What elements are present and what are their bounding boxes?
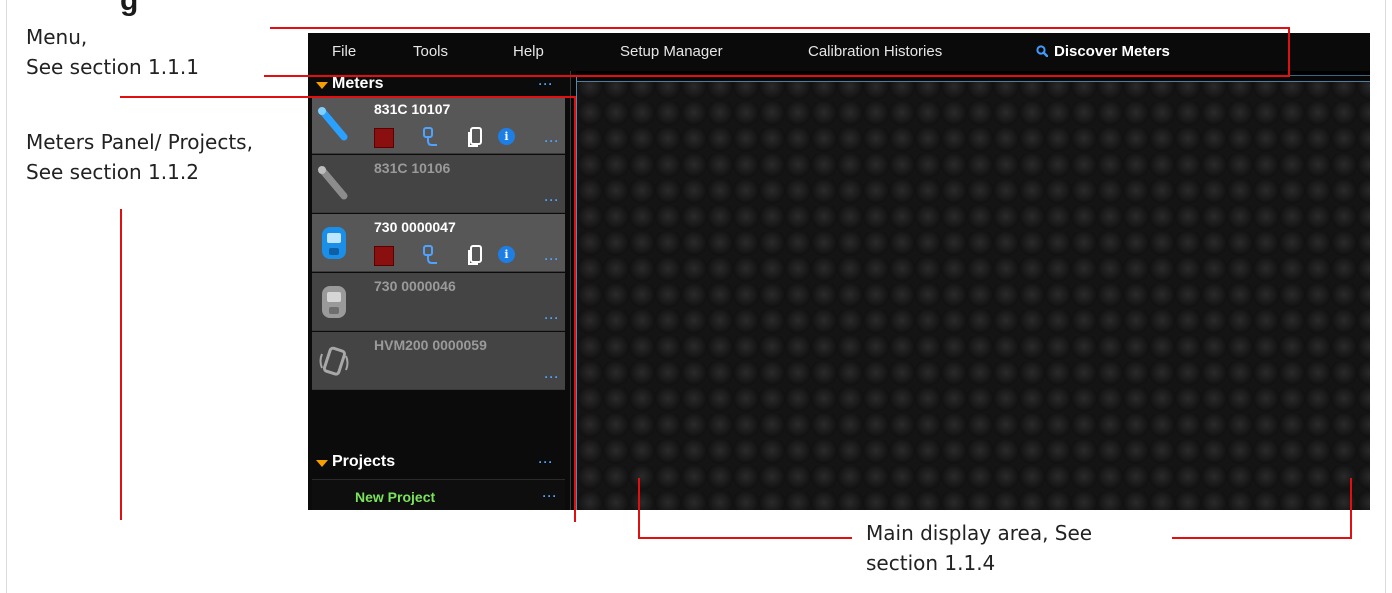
projects-header[interactable]: Projects ··· <box>308 449 565 475</box>
collapse-arrow-icon[interactable] <box>316 82 328 89</box>
menu-file[interactable]: File <box>332 43 356 60</box>
meter-more-button[interactable]: ··· <box>544 311 560 325</box>
document-right-edge <box>1385 0 1386 593</box>
menu-highlight-right <box>1288 27 1290 76</box>
meter-more-button[interactable]: ··· <box>544 134 560 148</box>
project-item[interactable]: New Project ··· <box>312 479 565 510</box>
meter-row[interactable]: HVM200 0000059 ··· <box>312 332 565 390</box>
stop-button[interactable] <box>374 128 394 148</box>
menu-setup-manager[interactable]: Setup Manager <box>620 43 723 60</box>
meter-row[interactable]: 831C 10107 i ··· <box>312 96 565 154</box>
info-icon[interactable]: i <box>498 128 515 145</box>
meter-more-button[interactable]: ··· <box>544 193 560 207</box>
main-display-bracket-right <box>1350 478 1352 539</box>
meters-more-button[interactable]: ··· <box>538 77 554 91</box>
meter-row[interactable]: 730 0000047 i ··· <box>312 214 565 272</box>
meter-row[interactable]: 730 0000046 ··· <box>312 273 565 331</box>
menu-tools[interactable]: Tools <box>413 43 448 60</box>
menu-calibration-histories[interactable]: Calibration Histories <box>808 43 942 60</box>
meters-panel-bracket-line <box>120 209 122 520</box>
meters-panel-callout-line1: Meters Panel/ Projects, <box>26 130 253 154</box>
menu-callout-line1: Menu, <box>26 25 88 49</box>
noise-dosimeter-icon <box>322 286 346 318</box>
copy-data-icon[interactable] <box>465 244 485 266</box>
vibration-meter-icon <box>319 346 349 376</box>
main-display-bracket-bottom-right <box>1172 537 1352 539</box>
main-display-bracket-bottom-left <box>638 537 852 539</box>
main-display-callout-line1: Main display area, See <box>866 521 1093 545</box>
meters-panel-callout: Meters Panel/ Projects, See section 1.1.… <box>26 127 253 187</box>
projects-title: Projects <box>332 453 396 470</box>
meters-panel-callout-line2: See section 1.1.2 <box>26 160 199 184</box>
meters-projects-panel: Meters ··· 831C 10107 i ··· 831C 10106 ·… <box>308 71 573 510</box>
meter-row[interactable]: 831C 10106 ··· <box>312 155 565 213</box>
copy-data-icon[interactable] <box>465 126 485 148</box>
meter-name: 831C 10106 <box>374 160 451 176</box>
collapse-arrow-icon[interactable] <box>316 460 328 467</box>
sound-level-meter-icon <box>318 166 348 200</box>
menu-callout-line2: See section 1.1.1 <box>26 55 199 79</box>
usb-cable-icon[interactable] <box>420 244 440 266</box>
meter-more-button[interactable]: ··· <box>544 252 560 266</box>
meter-name: 730 0000047 <box>374 219 456 235</box>
document-left-edge <box>6 0 7 593</box>
meter-name: 831C 10107 <box>374 101 451 117</box>
menu-highlight-top <box>270 27 1290 29</box>
menu-highlight-bottom <box>264 75 1290 77</box>
menu-callout: Menu, See section 1.1.1 <box>26 22 199 82</box>
main-display-callout: Main display area, See section 1.1.4 <box>866 518 1092 578</box>
menu-discover-meters[interactable]: Discover Meters <box>1054 43 1170 60</box>
application-window: File Tools Help Setup Manager Calibratio… <box>308 33 1370 510</box>
meter-name: 730 0000046 <box>374 278 456 294</box>
main-display-area[interactable] <box>576 75 1370 510</box>
projects-more-button[interactable]: ··· <box>538 455 554 469</box>
menu-bar: File Tools Help Setup Manager Calibratio… <box>308 33 1370 71</box>
search-icon[interactable] <box>1036 45 1048 57</box>
project-more-button[interactable]: ··· <box>542 489 558 503</box>
meter-name: HVM200 0000059 <box>374 337 487 353</box>
sound-level-meter-icon <box>318 107 348 141</box>
project-name: New Project <box>355 489 436 505</box>
main-display-bracket-left <box>638 478 640 538</box>
clipped-heading: g <box>120 0 139 17</box>
meters-title: Meters <box>332 75 384 92</box>
main-display-callout-line2: section 1.1.4 <box>866 551 996 575</box>
stop-button[interactable] <box>374 246 394 266</box>
info-icon[interactable]: i <box>498 246 515 263</box>
meters-panel-divider-line <box>574 96 576 522</box>
meter-more-button[interactable]: ··· <box>544 370 560 384</box>
noise-dosimeter-icon <box>322 227 346 259</box>
usb-cable-icon[interactable] <box>420 126 440 148</box>
meters-panel-pointer-line <box>120 96 576 98</box>
menu-help[interactable]: Help <box>513 43 544 60</box>
